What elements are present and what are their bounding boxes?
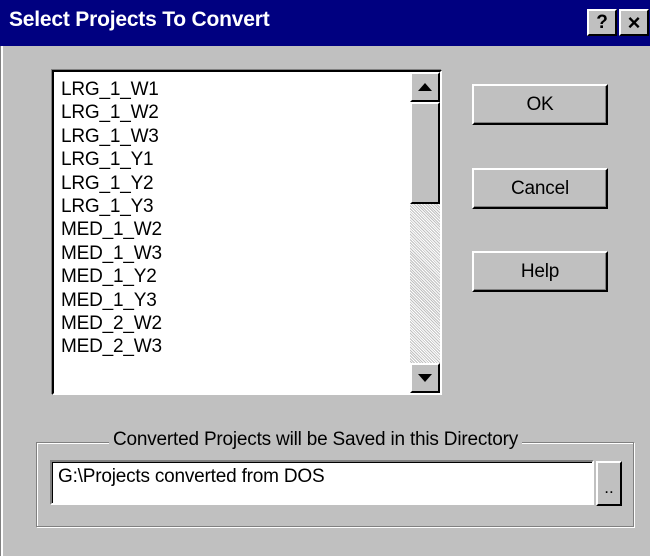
list-item[interactable]: MED_1_W2 [61,218,162,241]
help-button[interactable]: Help [472,251,608,292]
browse-button[interactable]: .. [596,461,622,506]
cancel-button[interactable]: Cancel [472,168,608,209]
list-item[interactable]: LRG_1_W2 [61,101,162,124]
list-item[interactable]: MED_2_W2 [61,312,162,335]
directory-field[interactable]: G:\Projects converted from DOS [50,460,594,505]
list-item[interactable]: LRG_1_Y1 [61,148,162,171]
list-item[interactable]: MED_1_W3 [61,242,162,265]
scroll-up-button[interactable] [410,72,440,102]
window-title: Select Projects To Convert [9,8,270,31]
scrollbar-thumb[interactable] [410,102,440,204]
scroll-down-button[interactable] [410,363,440,393]
directory-group-label: Converted Projects will be Saved in this… [109,429,523,451]
window-edge [0,46,3,556]
project-listbox[interactable]: LRG_1_W1 LRG_1_W2 LRG_1_W3 LRG_1_Y1 LRG_… [52,70,442,395]
ok-button[interactable]: OK [472,84,608,125]
help-icon[interactable]: ? [587,9,617,36]
list-item[interactable]: LRG_1_Y2 [61,172,162,195]
arrow-down-icon [418,374,432,382]
close-icon[interactable]: × [619,9,649,36]
vertical-scrollbar[interactable] [410,72,440,393]
list-item[interactable]: MED_2_W3 [61,335,162,358]
list-item[interactable]: LRG_1_Y3 [61,195,162,218]
list-item[interactable]: MED_1_Y3 [61,289,162,312]
list-item[interactable]: MED_1_Y2 [61,265,162,288]
list-item[interactable]: LRG_1_W1 [61,78,162,101]
list-item[interactable]: LRG_1_W3 [61,125,162,148]
project-list-items: LRG_1_W1 LRG_1_W2 LRG_1_W3 LRG_1_Y1 LRG_… [61,78,162,359]
title-bar[interactable]: Select Projects To Convert ? × [0,0,650,46]
arrow-up-icon [418,83,432,91]
